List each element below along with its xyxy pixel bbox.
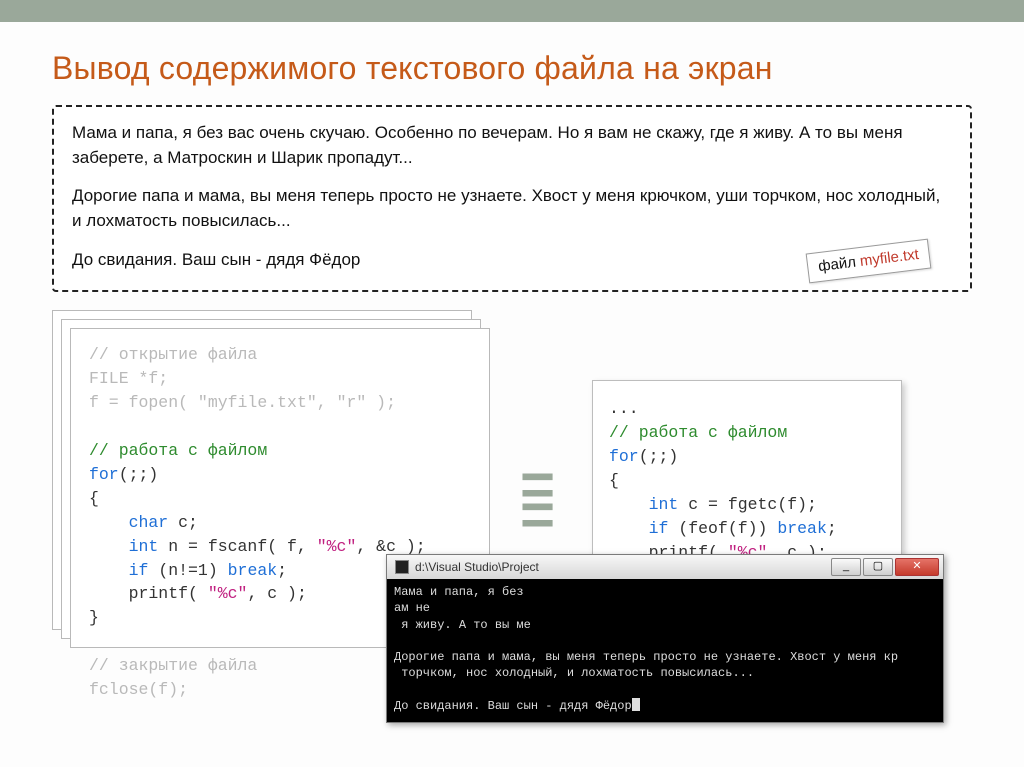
- file-content-box: Мама и папа, я без вас очень скучаю. Осо…: [52, 105, 972, 292]
- console-titlebar[interactable]: d:\Visual Studio\Project _ ▢ ✕: [387, 555, 943, 579]
- equals-icon: ==: [520, 470, 553, 530]
- file-para-2: Дорогие папа и мама, вы меня теперь прос…: [72, 184, 952, 233]
- console-app-icon: [395, 560, 409, 574]
- file-name: myfile.txt: [859, 246, 920, 270]
- slide: Вывод содержимого текстового файла на эк…: [0, 22, 1024, 767]
- console-body: Мама и папа, я без ам не я живу. А то вы…: [387, 579, 943, 722]
- console-window: d:\Visual Studio\Project _ ▢ ✕ Мама и па…: [386, 554, 944, 723]
- console-title: d:\Visual Studio\Project: [415, 560, 831, 574]
- cursor-icon: [632, 698, 640, 711]
- close-button[interactable]: ✕: [895, 558, 939, 576]
- slide-title: Вывод содержимого текстового файла на эк…: [52, 50, 972, 87]
- code-area: // открытие файла FILE *f; f = fopen( "m…: [52, 310, 972, 700]
- file-name-tag: файл myfile.txt: [805, 239, 931, 284]
- maximize-button[interactable]: ▢: [863, 558, 893, 576]
- minimize-button[interactable]: _: [831, 558, 861, 576]
- presentation-topbar: [0, 0, 1024, 22]
- file-label: файл: [817, 254, 861, 276]
- file-para-1: Мама и папа, я без вас очень скучаю. Осо…: [72, 121, 952, 170]
